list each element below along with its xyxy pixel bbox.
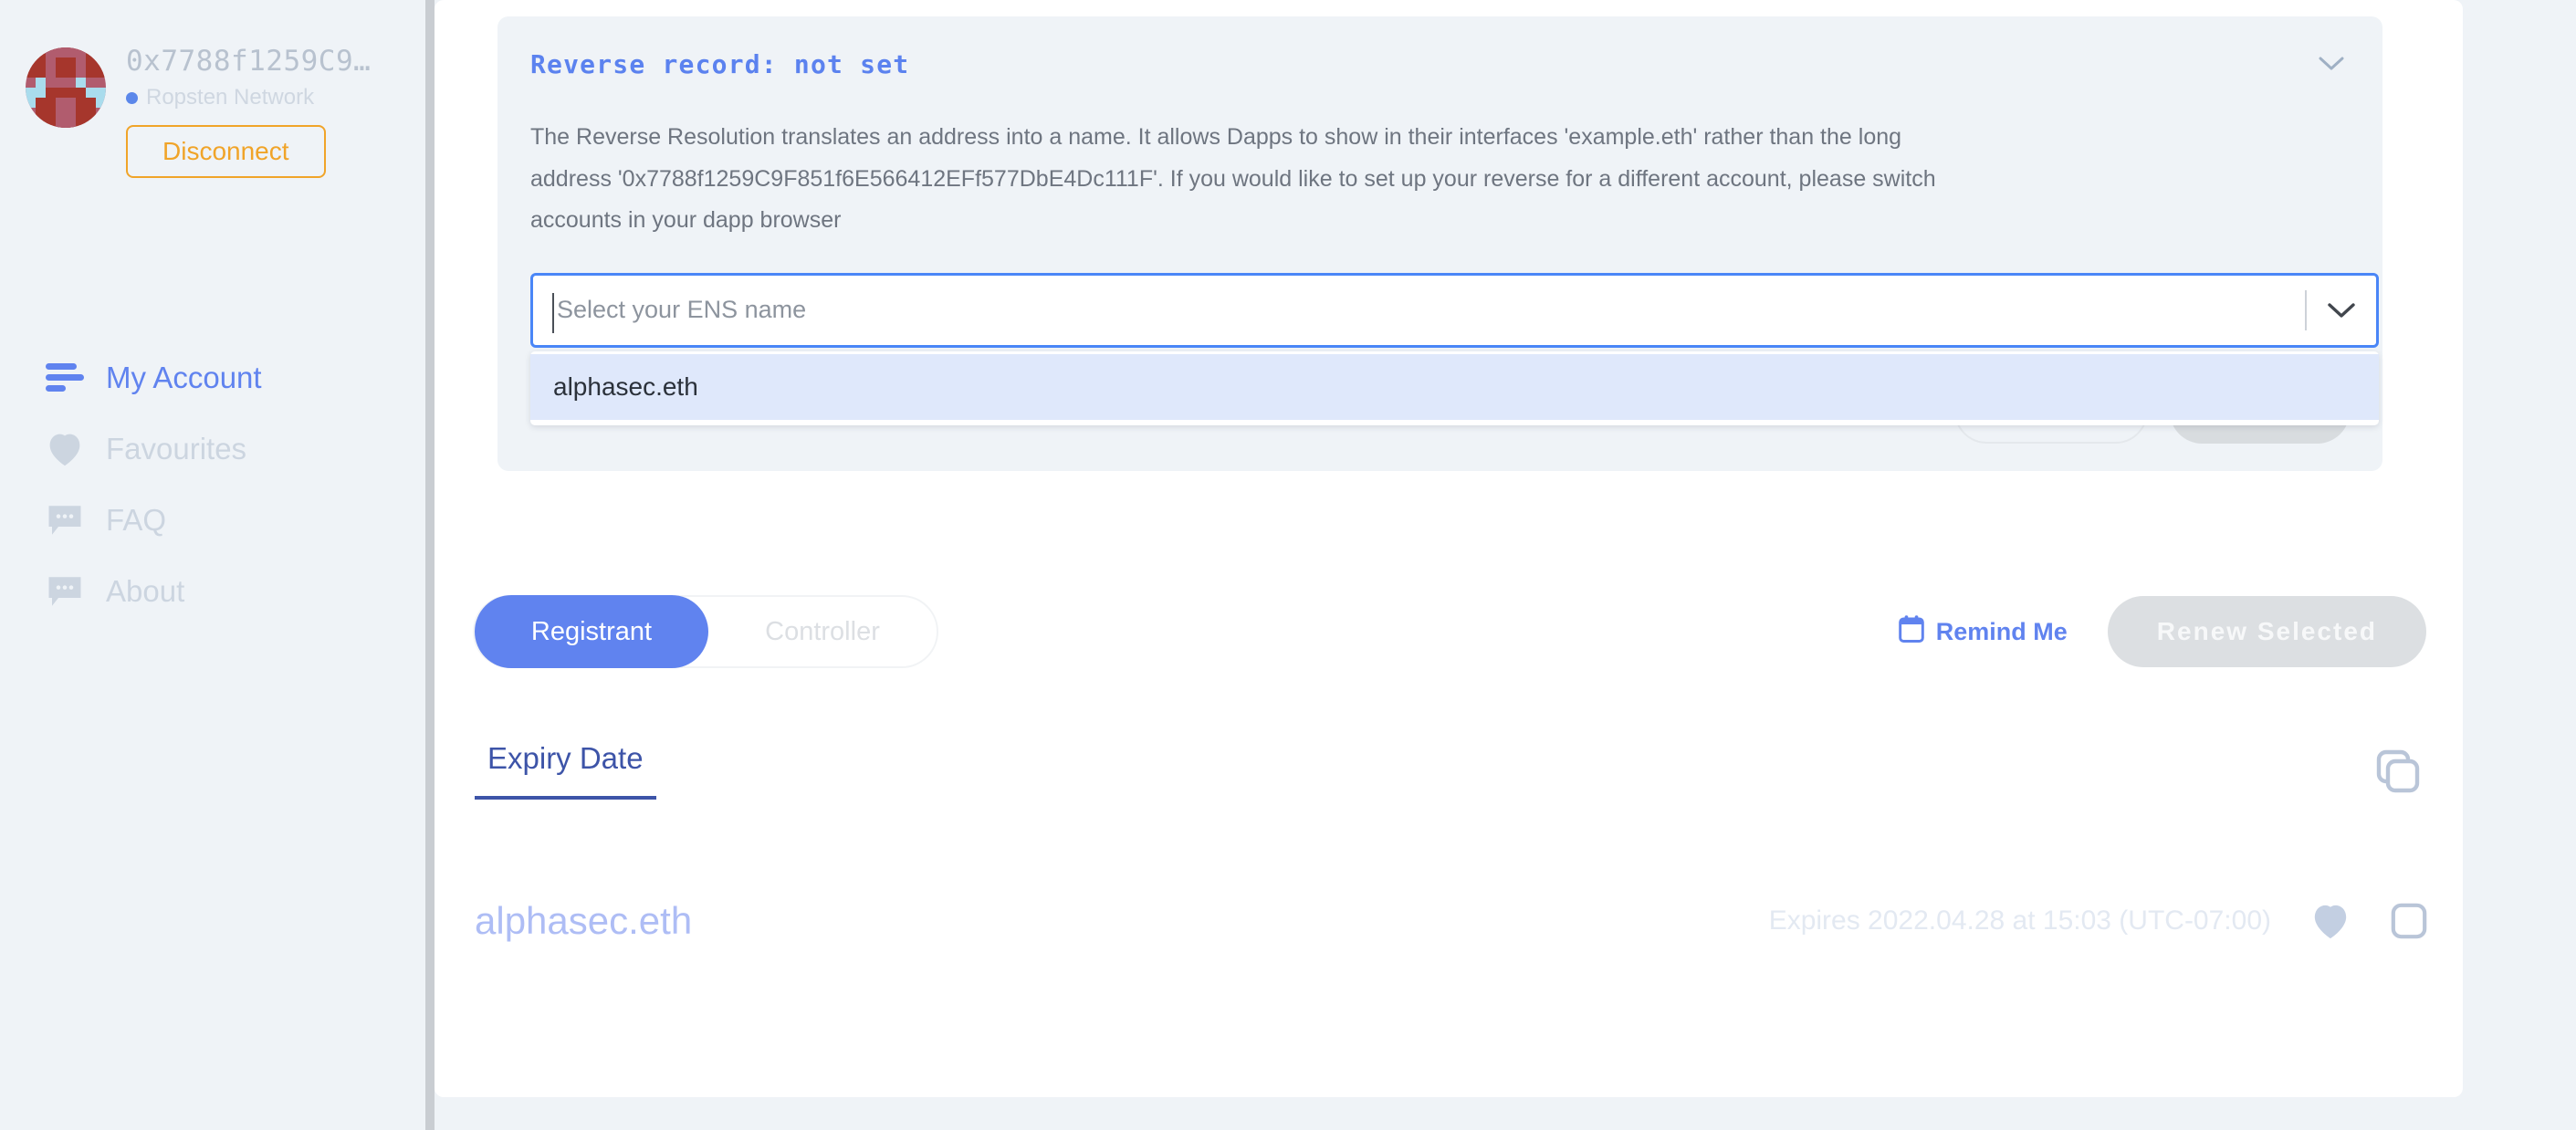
renew-selected-button[interactable]: Renew Selected [2108,596,2426,667]
sidebar-scrollbar[interactable] [425,0,435,1130]
expiry-text: Expires 2022.04.28 at 15:03 (UTC-07:00) [1769,905,2271,936]
role-toggle: Registrant Controller [473,595,938,668]
remind-me-button[interactable]: Remind Me [1898,614,2068,650]
chat-bubble-icon [44,570,86,612]
sidebar-nav: My Account Favourites [44,342,409,627]
menu-lines-icon [44,357,86,399]
ens-name-select-placeholder: Select your ENS name [557,296,806,324]
ens-name-select[interactable]: Select your ENS name [530,273,2379,348]
app-root: 0x7788f1259C9… Ropsten Network Disconnec… [0,0,2576,1130]
text-caret [552,293,554,333]
checkbox-icon[interactable] [2390,902,2428,940]
select-controls [2305,276,2376,345]
calendar-icon [1898,614,1925,650]
sidebar-item-label: FAQ [106,503,166,538]
list-header: Expiry Date [475,741,2428,802]
domain-name-link[interactable]: alphasec.eth [475,899,692,943]
heart-icon[interactable] [2309,902,2351,940]
row-meta: Expires 2022.04.28 at 15:03 (UTC-07:00) [1769,902,2428,940]
main-content: Reverse record: not set The Reverse Reso… [435,0,2576,1130]
sidebar-item-favourites[interactable]: Favourites [44,413,409,485]
column-header-expiry-date[interactable]: Expiry Date [475,741,656,800]
reverse-record-header: Reverse record: not set [530,46,2350,82]
network-status: Ropsten Network [126,85,371,110]
sidebar-item-my-account[interactable]: My Account [44,342,409,413]
remind-me-label: Remind Me [1936,618,2068,646]
reverse-record-title: Reverse record: not set [530,49,909,79]
avatar [26,47,106,128]
sidebar-item-label: My Account [106,361,262,395]
toolbar-actions: Remind Me Renew Selected [1898,596,2426,667]
heart-icon [44,428,86,470]
chevron-down-icon[interactable] [2307,276,2376,345]
account-details: 0x7788f1259C9… Ropsten Network Disconnec… [126,44,371,178]
disconnect-button[interactable]: Disconnect [126,125,326,178]
table-row: alphasec.eth Expires 2022.04.28 at 15:03… [475,899,2428,943]
ens-name-dropdown: alphasec.eth [530,351,2379,425]
ens-name-select-wrapper: Select your ENS name alphasec.eth [530,273,2379,348]
reverse-record-description: The Reverse Resolution translates an add… [530,117,1954,242]
main-card: Reverse record: not set The Reverse Reso… [435,0,2463,1097]
reverse-record-panel: Reverse record: not set The Reverse Reso… [497,16,2382,471]
account-summary: 0x7788f1259C9… Ropsten Network Disconnec… [26,44,371,178]
sidebar-item-faq[interactable]: FAQ [44,485,409,556]
sidebar-item-about[interactable]: About [44,556,409,627]
toolbar: Registrant Controller Rem [473,595,2426,668]
tab-registrant[interactable]: Registrant [475,595,708,668]
sidebar-item-label: Favourites [106,432,246,466]
network-status-dot [126,92,138,104]
dropdown-option[interactable]: alphasec.eth [530,354,2379,420]
select-all-squares-icon[interactable] [2372,747,2423,802]
chevron-down-icon[interactable] [2313,46,2350,82]
sidebar-item-label: About [106,574,184,609]
tab-controller[interactable]: Controller [708,595,937,668]
chat-bubble-icon [44,499,86,541]
account-address: 0x7788f1259C9… [126,46,371,77]
network-name: Ropsten Network [146,85,314,110]
sidebar: 0x7788f1259C9… Ropsten Network Disconnec… [0,0,425,1130]
